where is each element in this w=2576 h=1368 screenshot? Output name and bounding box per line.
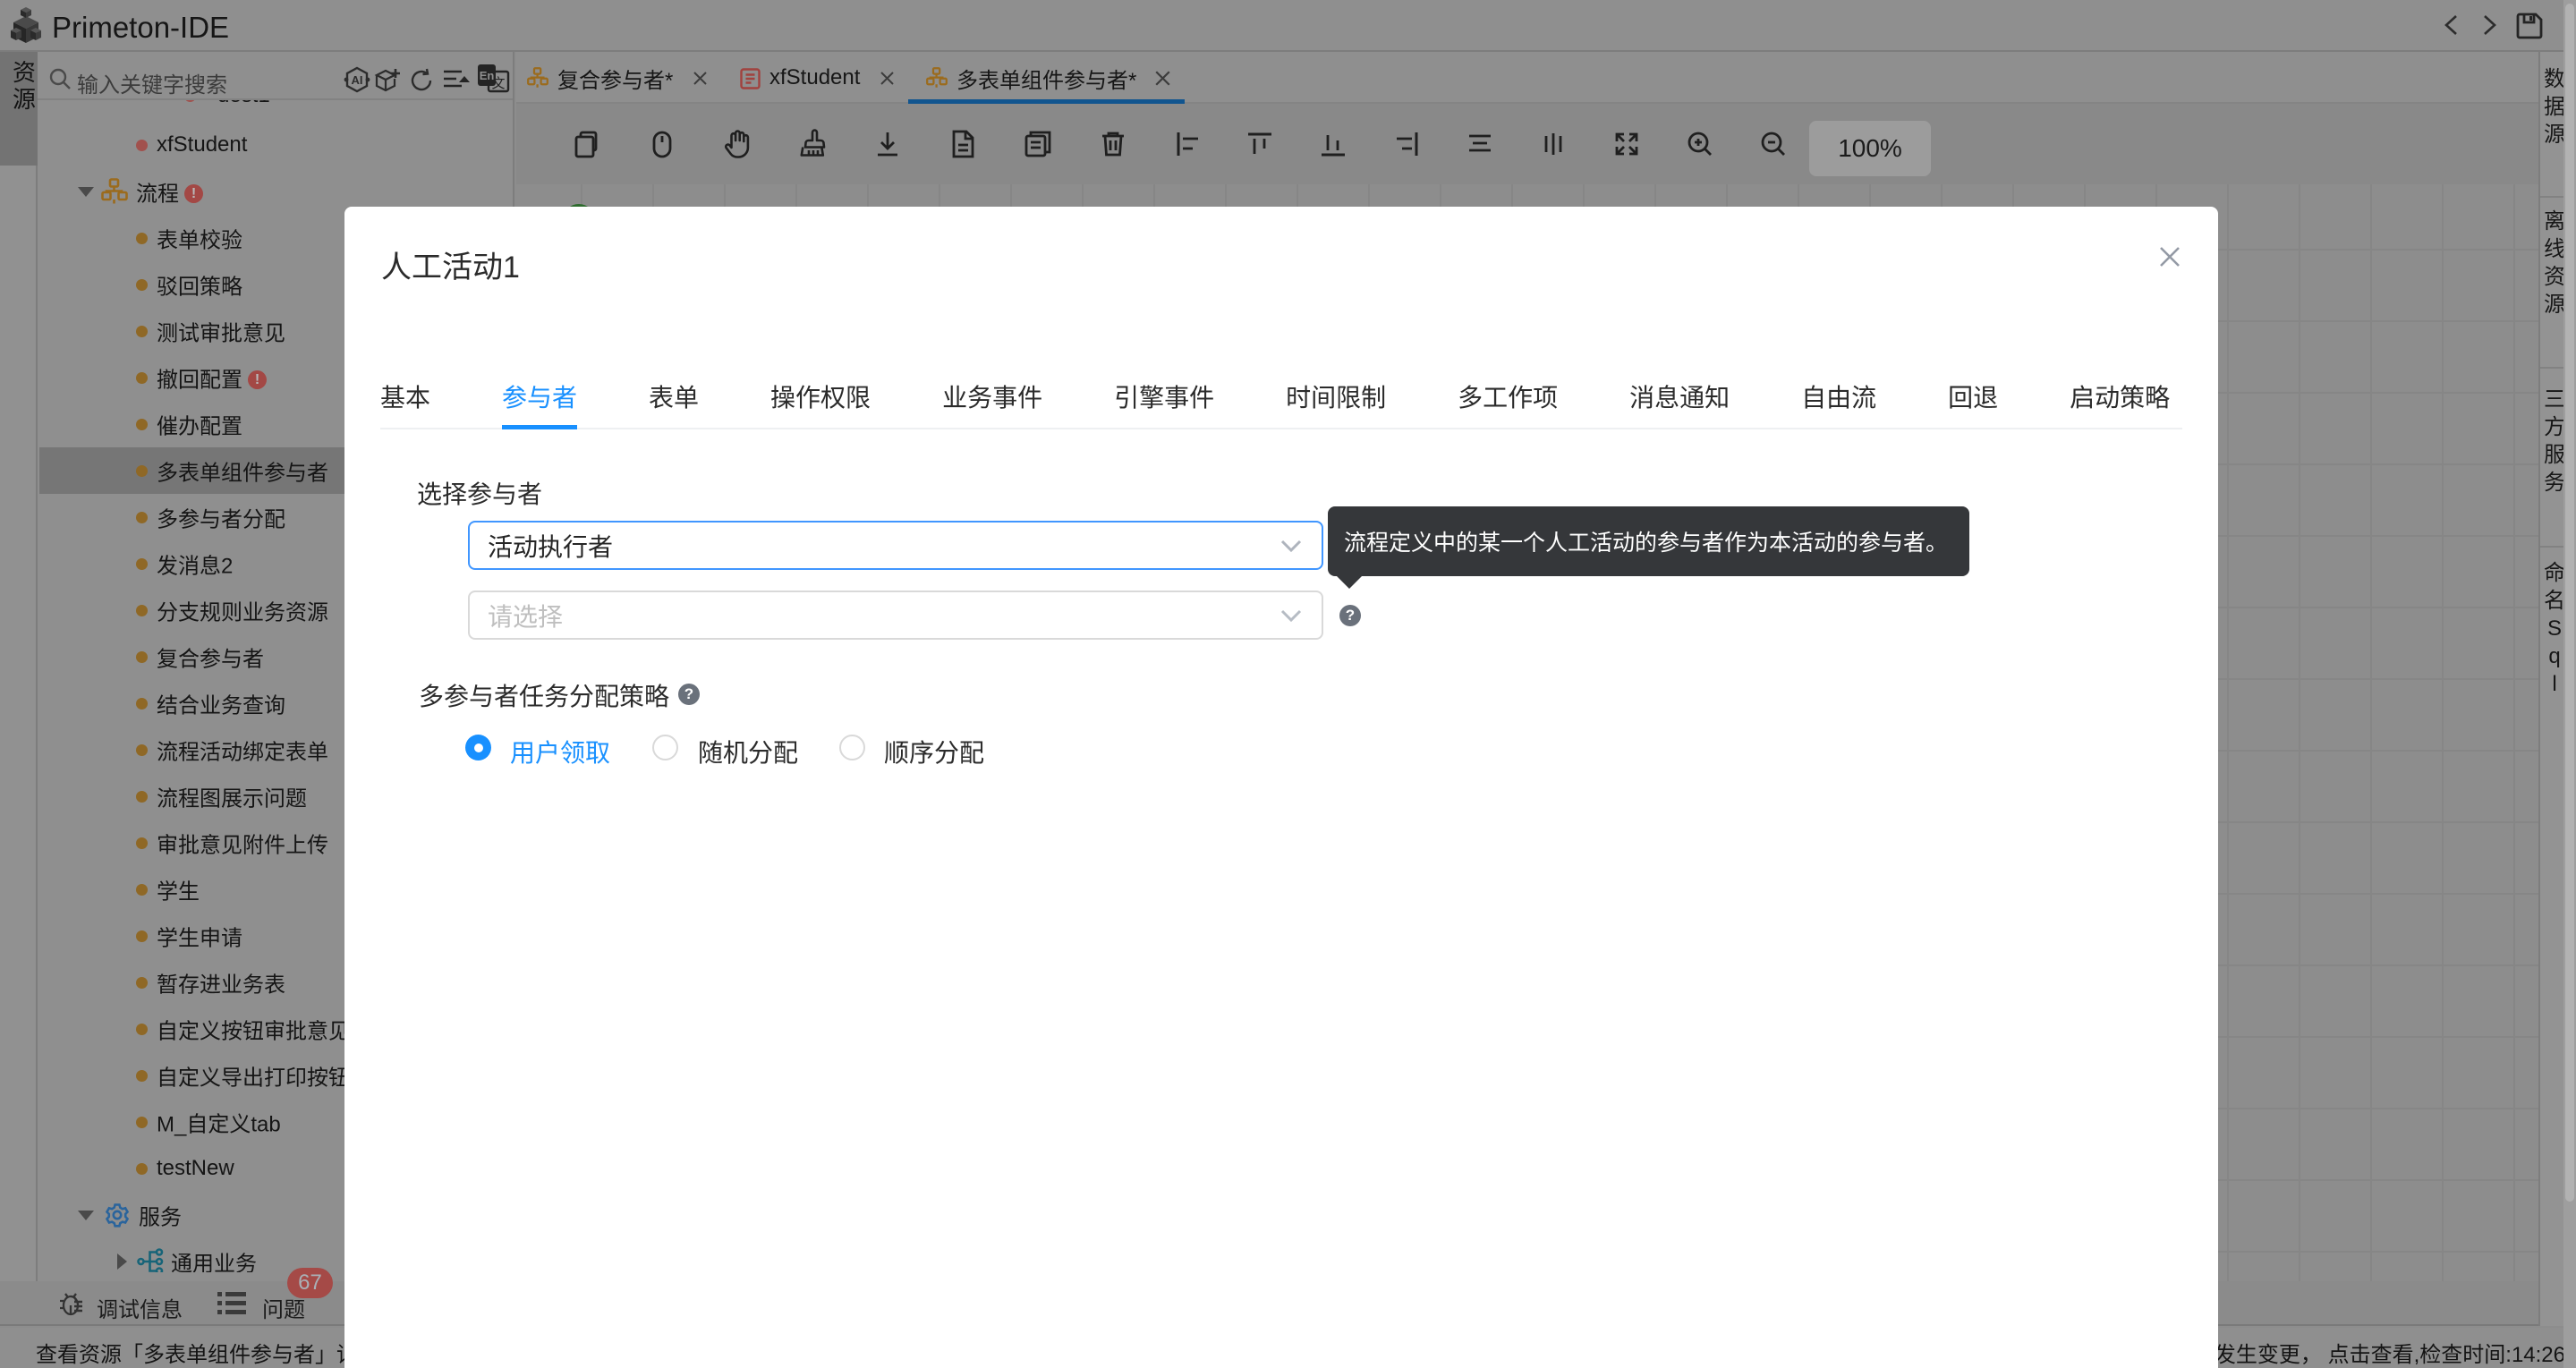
svg-text:AI: AI	[352, 73, 363, 87]
svg-text:En: En	[480, 69, 495, 82]
